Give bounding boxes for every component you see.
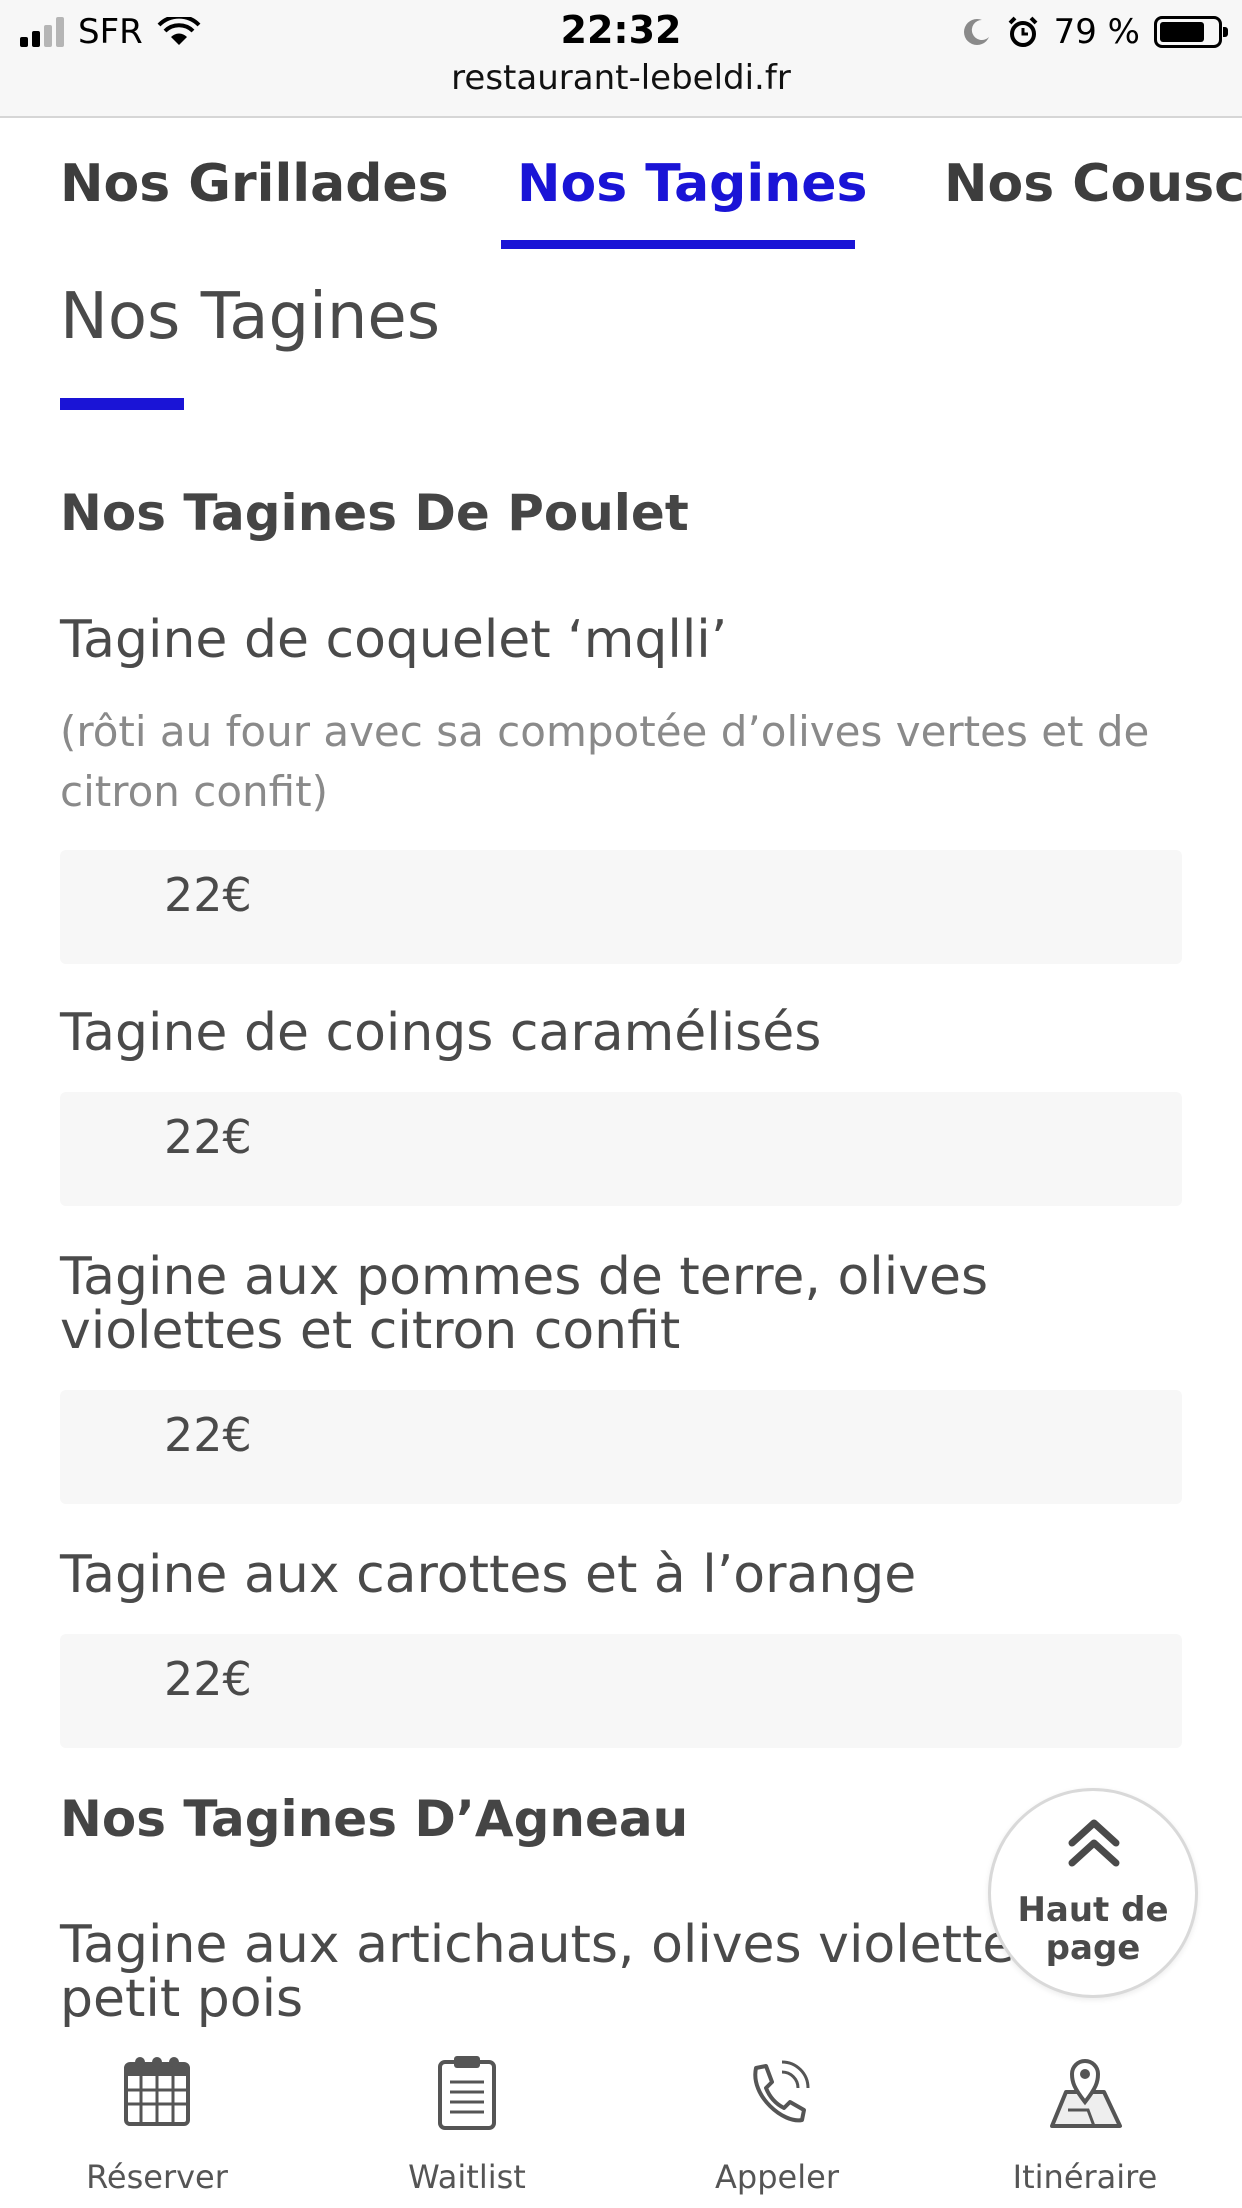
dish-price: 22€ bbox=[164, 1408, 252, 1462]
status-bar: SFR 22:32 restaurant-lebeldi.fr 79 % bbox=[0, 0, 1242, 118]
nav-label: Appeler bbox=[715, 2158, 839, 2196]
back-to-top-button[interactable]: Haut de page bbox=[988, 1788, 1198, 1998]
price-box: 22€ bbox=[60, 850, 1182, 964]
dish-name: Tagine aux carottes et à l’orange bbox=[60, 1545, 917, 1605]
nav-label: Waitlist bbox=[408, 2158, 526, 2196]
nav-reserver[interactable]: Réserver bbox=[2, 2040, 312, 2208]
price-box: 22€ bbox=[60, 1390, 1182, 1504]
double-chevron-up-icon bbox=[1068, 1819, 1120, 1867]
clipboard-icon bbox=[438, 2056, 496, 2130]
active-tab-indicator bbox=[501, 240, 855, 249]
phone-icon bbox=[753, 2060, 810, 2123]
battery-percentage: 79 % bbox=[1053, 12, 1140, 52]
dish-price: 22€ bbox=[164, 1652, 252, 1706]
map-pin-icon bbox=[1050, 2059, 1122, 2128]
dish-price: 22€ bbox=[164, 1110, 252, 1164]
tab-nos-tagines[interactable]: Nos Tagines bbox=[517, 154, 867, 214]
nav-appeler[interactable]: Appeler bbox=[622, 2040, 932, 2208]
dish-name: Tagine aux pommes de terre, olives viole… bbox=[60, 1247, 989, 1361]
price-box: 22€ bbox=[60, 1092, 1182, 1206]
moon-icon bbox=[963, 19, 989, 45]
tab-nos-grillades[interactable]: Nos Grillades bbox=[60, 154, 449, 214]
battery-icon bbox=[1154, 16, 1228, 48]
status-right: 79 % bbox=[962, 12, 1228, 52]
price-box: 22€ bbox=[60, 1634, 1182, 1748]
category-tabs: Nos Grillades Nos Tagines Nos Couscous bbox=[0, 118, 1242, 258]
page-title: Nos Tagines bbox=[60, 280, 441, 354]
nav-label: Réserver bbox=[86, 2158, 228, 2196]
nav-waitlist[interactable]: Waitlist bbox=[312, 2040, 622, 2208]
title-accent-bar bbox=[60, 398, 184, 410]
tab-nos-couscous[interactable]: Nos Couscous bbox=[944, 154, 1242, 214]
section-title-agneau: Nos Tagines D’Agneau bbox=[60, 1790, 689, 1848]
alarm-icon bbox=[1008, 16, 1038, 47]
address-bar-url[interactable]: restaurant-lebeldi.fr bbox=[0, 58, 1242, 98]
dish-name: Tagine de coquelet ‘mqlli’ bbox=[60, 610, 728, 670]
section-title-poulet: Nos Tagines De Poulet bbox=[60, 484, 689, 542]
calendar-icon bbox=[124, 2057, 190, 2126]
dish-description: (rôti au four avec sa compotée d’olives … bbox=[60, 707, 1150, 816]
dish-price: 22€ bbox=[164, 868, 252, 922]
nav-itineraire[interactable]: Itinéraire bbox=[930, 2040, 1240, 2208]
back-to-top-label: Haut de page bbox=[1017, 1890, 1169, 1968]
nav-label: Itinéraire bbox=[1012, 2158, 1158, 2196]
bottom-nav: Réserver Waitlist Appeler Itinéraire bbox=[0, 2040, 1242, 2208]
dish-name: Tagine de coings caramélisés bbox=[60, 1003, 822, 1063]
